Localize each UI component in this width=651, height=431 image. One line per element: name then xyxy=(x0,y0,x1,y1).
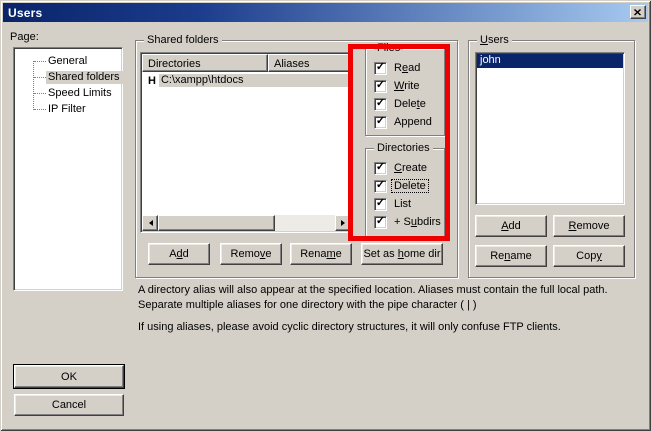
alias-note-1: A directory alias will also appear at th… xyxy=(138,283,648,313)
button-label: Set as home dir xyxy=(363,248,440,260)
column-header-aliases[interactable]: Aliases xyxy=(268,54,351,72)
checkbox-label: + Subdirs xyxy=(392,216,443,228)
check-icon: ✓ xyxy=(376,80,385,91)
check-icon: ✓ xyxy=(376,162,385,173)
checkbox-box: ✓ xyxy=(374,216,387,229)
files-group-label: Files xyxy=(374,42,403,54)
arrow-right-icon xyxy=(341,220,348,226)
button-label: Rename xyxy=(490,250,532,262)
check-icon: ✓ xyxy=(376,116,385,127)
directories-group-label: Directories xyxy=(374,142,433,154)
cancel-button[interactable]: Cancel xyxy=(14,394,124,416)
checkbox-label: List xyxy=(392,198,413,210)
checkbox-label: Read xyxy=(392,62,422,74)
user-copy-button[interactable]: Copy xyxy=(553,245,625,267)
set-as-home-dir-button[interactable]: Set as home dir xyxy=(361,243,443,265)
directory-path: C:\xampp\htdocs xyxy=(159,74,351,87)
folder-rename-button[interactable]: Rename xyxy=(290,243,352,265)
page-item-speed-limits[interactable]: Speed Limits xyxy=(14,85,122,101)
dialog-title: Users xyxy=(8,6,42,20)
user-item-john[interactable]: john xyxy=(477,54,623,68)
button-label: Copy xyxy=(576,250,602,262)
page-item-label: General xyxy=(46,55,90,68)
page-item-ip-filter[interactable]: IP Filter xyxy=(14,101,122,117)
checkbox-label: Append xyxy=(392,116,434,128)
checkbox-delete-files[interactable]: ✓ Delete xyxy=(374,97,428,111)
checkbox-append[interactable]: ✓ Append xyxy=(374,115,434,129)
page-item-label: IP Filter xyxy=(46,103,89,116)
page-item-general[interactable]: General xyxy=(14,53,122,69)
check-icon: ✓ xyxy=(376,98,385,109)
directory-row[interactable]: H C:\xampp\htdocs xyxy=(142,73,351,88)
horizontal-scrollbar[interactable] xyxy=(142,215,351,231)
ok-button[interactable]: OK xyxy=(14,365,124,388)
button-label: Remove xyxy=(569,220,610,232)
scroll-left-button[interactable] xyxy=(142,215,158,231)
alias-note-2: If using aliases, please avoid cyclic di… xyxy=(138,320,648,335)
folder-remove-button[interactable]: Remove xyxy=(220,243,282,265)
checkbox-label: Create xyxy=(392,162,429,174)
checkbox-delete-dirs[interactable]: ✓ Delete xyxy=(374,179,428,193)
checkbox-box: ✓ xyxy=(374,80,387,93)
listview-header: Directories Aliases xyxy=(142,54,351,72)
check-icon: ✓ xyxy=(376,216,385,227)
button-label: OK xyxy=(61,371,77,383)
checkbox-list[interactable]: ✓ List xyxy=(374,197,413,211)
page-item-label: Shared folders xyxy=(46,71,123,84)
titlebar[interactable]: Users xyxy=(3,3,648,22)
check-icon: ✓ xyxy=(376,180,385,191)
page-item-label: Speed Limits xyxy=(46,87,115,100)
check-icon: ✓ xyxy=(376,198,385,209)
shared-folders-group-label: Shared folders xyxy=(144,34,222,46)
button-label: Cancel xyxy=(52,399,86,411)
folder-add-button[interactable]: Add xyxy=(148,243,210,265)
user-rename-button[interactable]: Rename xyxy=(475,245,547,267)
button-label: Add xyxy=(501,220,521,232)
checkbox-write[interactable]: ✓ Write xyxy=(374,79,421,93)
scroll-right-button[interactable] xyxy=(335,215,351,231)
checkbox-read[interactable]: ✓ Read xyxy=(374,61,422,75)
button-label: Rename xyxy=(300,248,342,260)
user-remove-button[interactable]: Remove xyxy=(553,215,625,237)
home-marker: H xyxy=(142,75,159,87)
users-list[interactable]: john xyxy=(475,52,625,205)
checkbox-box: ✓ xyxy=(374,180,387,193)
column-header-directories[interactable]: Directories xyxy=(142,54,268,72)
scrollbar-track[interactable] xyxy=(275,215,335,231)
page-label: Page: xyxy=(10,31,39,43)
button-label: Remove xyxy=(231,248,272,260)
checkbox-box: ✓ xyxy=(374,116,387,129)
close-icon xyxy=(634,9,642,16)
close-button[interactable] xyxy=(630,5,646,19)
check-icon: ✓ xyxy=(376,62,385,73)
user-add-button[interactable]: Add xyxy=(475,215,547,237)
checkbox-label: Write xyxy=(392,80,421,92)
checkbox-subdirs[interactable]: ✓ + Subdirs xyxy=(374,215,443,229)
alias-notes: A directory alias will also appear at th… xyxy=(138,283,648,335)
arrow-left-icon xyxy=(146,220,153,226)
checkbox-box: ✓ xyxy=(374,162,387,175)
checkbox-label: Delete xyxy=(392,180,428,192)
button-label: Add xyxy=(169,248,189,260)
checkbox-label: Delete xyxy=(392,98,428,110)
checkbox-box: ✓ xyxy=(374,198,387,211)
scrollbar-thumb[interactable] xyxy=(158,215,275,231)
checkbox-box: ✓ xyxy=(374,98,387,111)
users-dialog: Users Page: General Shared folders Speed… xyxy=(0,0,651,431)
checkbox-box: ✓ xyxy=(374,62,387,75)
checkbox-create[interactable]: ✓ Create xyxy=(374,161,429,175)
users-group-label: Users xyxy=(477,34,512,46)
page-item-shared-folders[interactable]: Shared folders xyxy=(14,69,122,85)
page-list: General Shared folders Speed Limits IP F… xyxy=(13,47,123,291)
